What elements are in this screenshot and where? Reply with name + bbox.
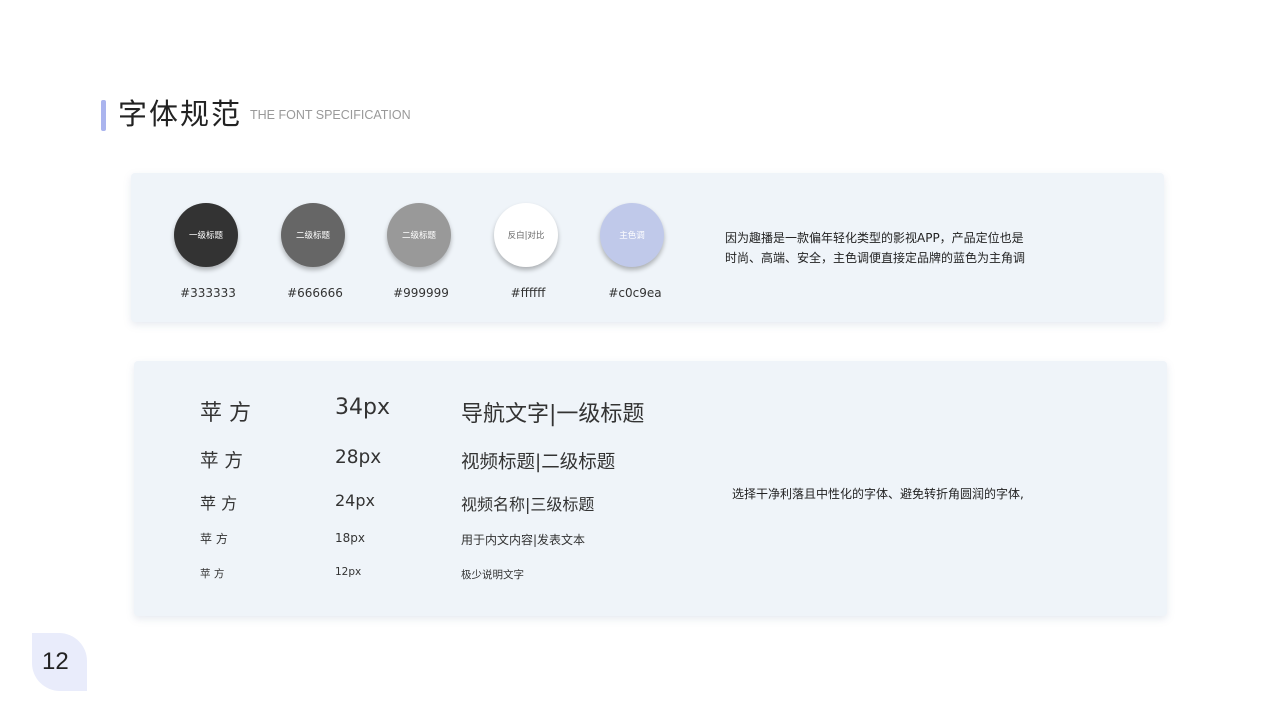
swatch-999999: 二级标题 — [387, 203, 451, 267]
swatch-333333: 一级标题 — [174, 203, 238, 267]
font-usage: 视频标题|二级标题 — [461, 452, 616, 473]
font-size-label: 28px — [335, 447, 382, 468]
font-name: 苹 方 — [200, 451, 243, 472]
font-name: 苹 方 — [200, 568, 225, 580]
swatch-hex: #999999 — [393, 286, 449, 300]
swatch-hex: #333333 — [180, 286, 236, 300]
page-title: 字体规范 — [118, 97, 243, 131]
font-size-label: 24px — [335, 491, 375, 510]
typography-description: 选择干净利落且中性化的字体、避免转折角圆润的字体, — [732, 487, 1024, 501]
swatch-label: 二级标题 — [401, 231, 436, 241]
page-number: 12 — [42, 648, 69, 675]
font-usage: 用于内文内容|发表文本 — [461, 533, 586, 547]
palette-description: 因为趣播是一款偏年轻化类型的影视APP，产品定位也是 时尚、高端、安全，主色调便… — [725, 228, 1070, 268]
swatch-hex: #ffffff — [510, 286, 546, 300]
swatch-label: 主色调 — [619, 231, 645, 241]
font-name: 苹 方 — [200, 494, 238, 513]
swatch-c0c9ea: 主色调 — [600, 203, 664, 267]
font-usage: 视频名称|三级标题 — [461, 495, 595, 514]
swatch-hex: #c0c9ea — [608, 286, 662, 300]
swatch-label: 反白|对比 — [507, 231, 545, 241]
swatch-label: 二级标题 — [295, 231, 330, 241]
swatch-666666: 二级标题 — [281, 203, 345, 267]
font-usage: 导航文字|一级标题 — [461, 402, 645, 427]
font-size-label: 34px — [335, 395, 390, 420]
palette-description-line: 时尚、高端、安全，主色调便直接定品牌的蓝色为主角调 — [725, 251, 1026, 265]
font-usage: 极少说明文字 — [461, 569, 524, 581]
font-name: 苹 方 — [200, 532, 228, 546]
swatch-ffffff: 反白|对比 — [494, 203, 558, 267]
page-subtitle: THE FONT SPECIFICATION — [250, 108, 411, 122]
title-accent-bar — [101, 100, 106, 131]
font-size-label: 12px — [335, 566, 362, 578]
swatch-label: 一级标题 — [188, 231, 223, 241]
palette-description-line: 因为趣播是一款偏年轻化类型的影视APP，产品定位也是 — [725, 231, 1024, 245]
swatch-hex: #666666 — [287, 286, 343, 300]
font-name: 苹 方 — [200, 401, 251, 426]
font-size-label: 18px — [335, 531, 365, 545]
